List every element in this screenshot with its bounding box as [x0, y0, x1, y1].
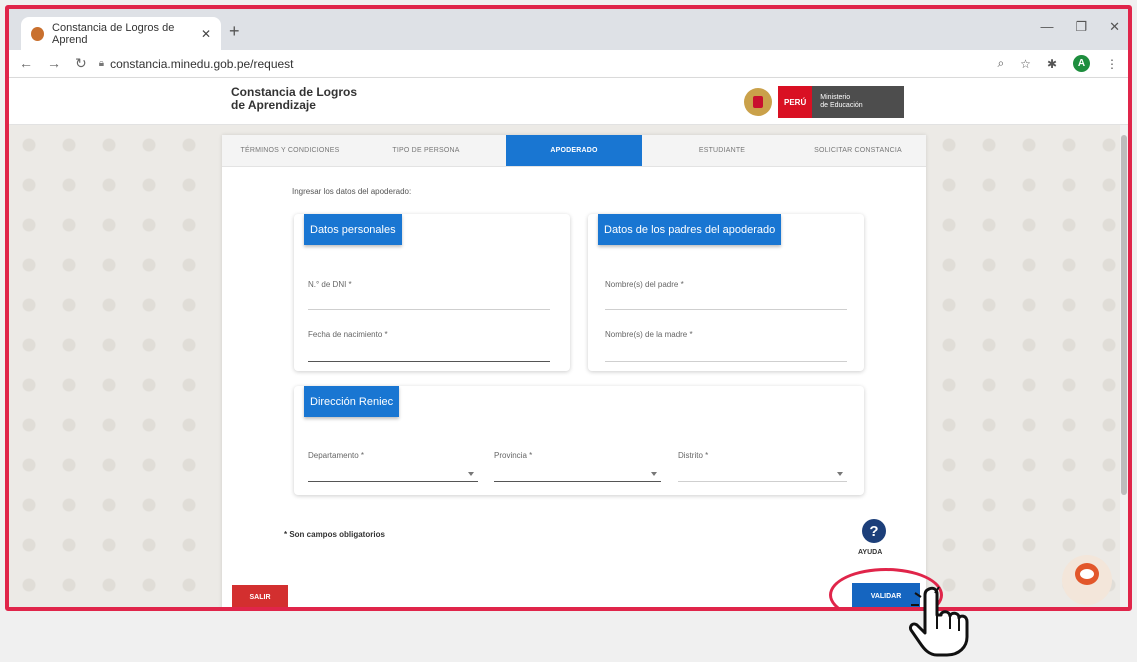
- step-request[interactable]: SOLICITAR CONSTANCIA: [790, 135, 926, 166]
- forward-icon[interactable]: →: [47, 55, 61, 72]
- chevron-down-icon: [651, 472, 657, 476]
- stepper: TÉRMINOS Y CONDICIONES TIPO DE PERSONA A…: [222, 135, 926, 167]
- parents-data-title: Datos de los padres del apoderado: [598, 214, 782, 245]
- lock-icon: 🔒︎: [98, 58, 105, 69]
- close-window-icon[interactable]: ✕: [1109, 19, 1120, 35]
- zoom-icon[interactable]: ⌕: [997, 56, 1004, 71]
- chevron-down-icon: [468, 472, 474, 476]
- exit-button[interactable]: SALIR: [232, 585, 288, 607]
- tab-bar: Constancia de Logros de Aprend ✕ + — ❐ ✕: [9, 9, 1128, 50]
- bookmark-star-icon[interactable]: ☆: [1020, 57, 1031, 71]
- extensions-icon[interactable]: ✱: [1047, 57, 1057, 71]
- pointing-hand-icon: [909, 586, 969, 657]
- browser-tab[interactable]: Constancia de Logros de Aprend ✕: [21, 17, 221, 50]
- personal-data-section: Datos personales N.° de DNI * Fecha de n…: [294, 214, 570, 371]
- father-name-field[interactable]: Nombre(s) del padre *: [605, 280, 847, 310]
- chevron-down-icon: [837, 472, 843, 476]
- profile-avatar[interactable]: A: [1073, 55, 1090, 72]
- minimize-icon[interactable]: —: [1040, 19, 1053, 35]
- help-label[interactable]: AYUDA: [858, 549, 882, 556]
- mother-name-field[interactable]: Nombre(s) de la madre *: [605, 330, 847, 362]
- form-intro: Ingresar los datos del apoderado:: [292, 187, 412, 196]
- dni-field[interactable]: N.° de DNI *: [308, 280, 550, 310]
- assistant-bot-icon[interactable]: [1062, 555, 1112, 605]
- peru-label: PERÚ: [778, 86, 813, 118]
- browser-window: Constancia de Logros de Aprend ✕ + — ❐ ✕…: [5, 5, 1132, 611]
- back-icon[interactable]: ←: [19, 55, 33, 72]
- window-controls: — ❐ ✕: [1040, 19, 1120, 35]
- personal-data-title: Datos personales: [304, 214, 402, 245]
- parents-data-section: Datos de los padres del apoderado Nombre…: [588, 214, 864, 371]
- url-text: constancia.minedu.gob.pe/request: [110, 56, 294, 71]
- close-tab-icon[interactable]: ✕: [201, 27, 211, 41]
- ministry-label: Ministerio de Educación: [812, 86, 905, 118]
- scrollbar-thumb[interactable]: [1121, 135, 1127, 495]
- site-favicon-icon: [31, 26, 45, 41]
- address-title: Dirección Reniec: [304, 386, 400, 417]
- site-title: Constancia de Logros de Aprendizaje: [231, 85, 358, 112]
- government-logo: PERÚ Ministerio de Educación: [744, 86, 905, 118]
- step-terms[interactable]: TÉRMINOS Y CONDICIONES: [222, 135, 358, 166]
- content-background: TÉRMINOS Y CONDICIONES TIPO DE PERSONA A…: [9, 125, 1128, 607]
- step-person-type[interactable]: TIPO DE PERSONA: [358, 135, 494, 166]
- peru-coat-of-arms-icon: [744, 88, 772, 116]
- page-scrollbar[interactable]: [1120, 125, 1128, 607]
- restore-icon[interactable]: ❐: [1075, 19, 1087, 35]
- address-section: Dirección Reniec Departamento * Provinci…: [294, 386, 864, 495]
- step-guardian[interactable]: APODERADO: [506, 135, 642, 166]
- help-icon[interactable]: ?: [862, 519, 886, 543]
- url-field[interactable]: 🔒︎ constancia.minedu.gob.pe/request: [99, 57, 998, 71]
- province-select[interactable]: Provincia *: [494, 451, 661, 482]
- required-fields-note: * Son campos obligatorios: [284, 530, 385, 539]
- address-bar: ← → ↻ 🔒︎ constancia.minedu.gob.pe/reques…: [9, 50, 1128, 78]
- birth-date-field[interactable]: Fecha de nacimiento *: [308, 330, 550, 362]
- site-header: Constancia de Logros de Aprendizaje PERÚ…: [9, 78, 1128, 125]
- step-student[interactable]: ESTUDIANTE: [654, 135, 790, 166]
- department-select[interactable]: Departamento *: [308, 451, 478, 482]
- district-select[interactable]: Distrito *: [678, 451, 847, 482]
- form-card: TÉRMINOS Y CONDICIONES TIPO DE PERSONA A…: [222, 135, 943, 607]
- tab-title: Constancia de Logros de Aprend: [52, 21, 175, 46]
- new-tab-button[interactable]: +: [229, 21, 240, 42]
- menu-kebab-icon[interactable]: ⋮: [1106, 57, 1118, 71]
- reload-icon[interactable]: ↻: [75, 55, 87, 72]
